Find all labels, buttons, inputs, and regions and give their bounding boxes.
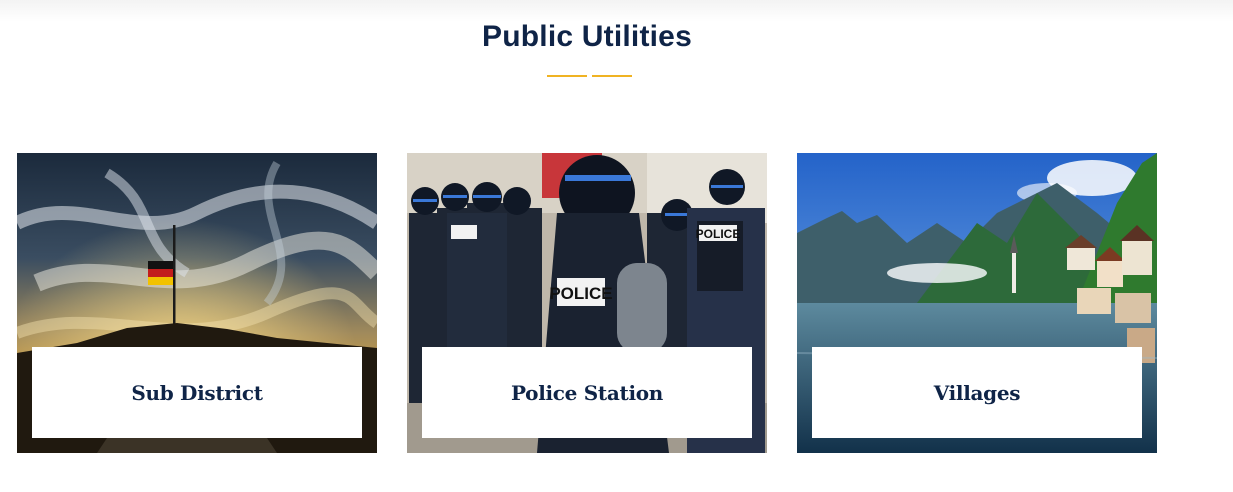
card-label-box: Police Station bbox=[422, 347, 752, 438]
card-label: Villages bbox=[933, 380, 1021, 405]
police-badge-center: POLICE bbox=[549, 284, 612, 303]
police-badge-right: POLICE bbox=[696, 227, 741, 241]
card-villages[interactable]: Villages bbox=[797, 153, 1157, 453]
title-divider-left bbox=[547, 75, 587, 77]
title-divider-right bbox=[592, 75, 632, 77]
card-label: Sub District bbox=[131, 380, 263, 405]
card-police-station[interactable]: POLICE POLICE Police Station bbox=[407, 153, 767, 453]
top-shade bbox=[0, 0, 1233, 22]
card-label-box: Villages bbox=[812, 347, 1142, 438]
card-label: Police Station bbox=[510, 380, 664, 405]
card-label-box: Sub District bbox=[32, 347, 362, 438]
card-sub-district[interactable]: Sub District bbox=[17, 153, 377, 453]
section-title: Public Utilities bbox=[482, 20, 692, 53]
